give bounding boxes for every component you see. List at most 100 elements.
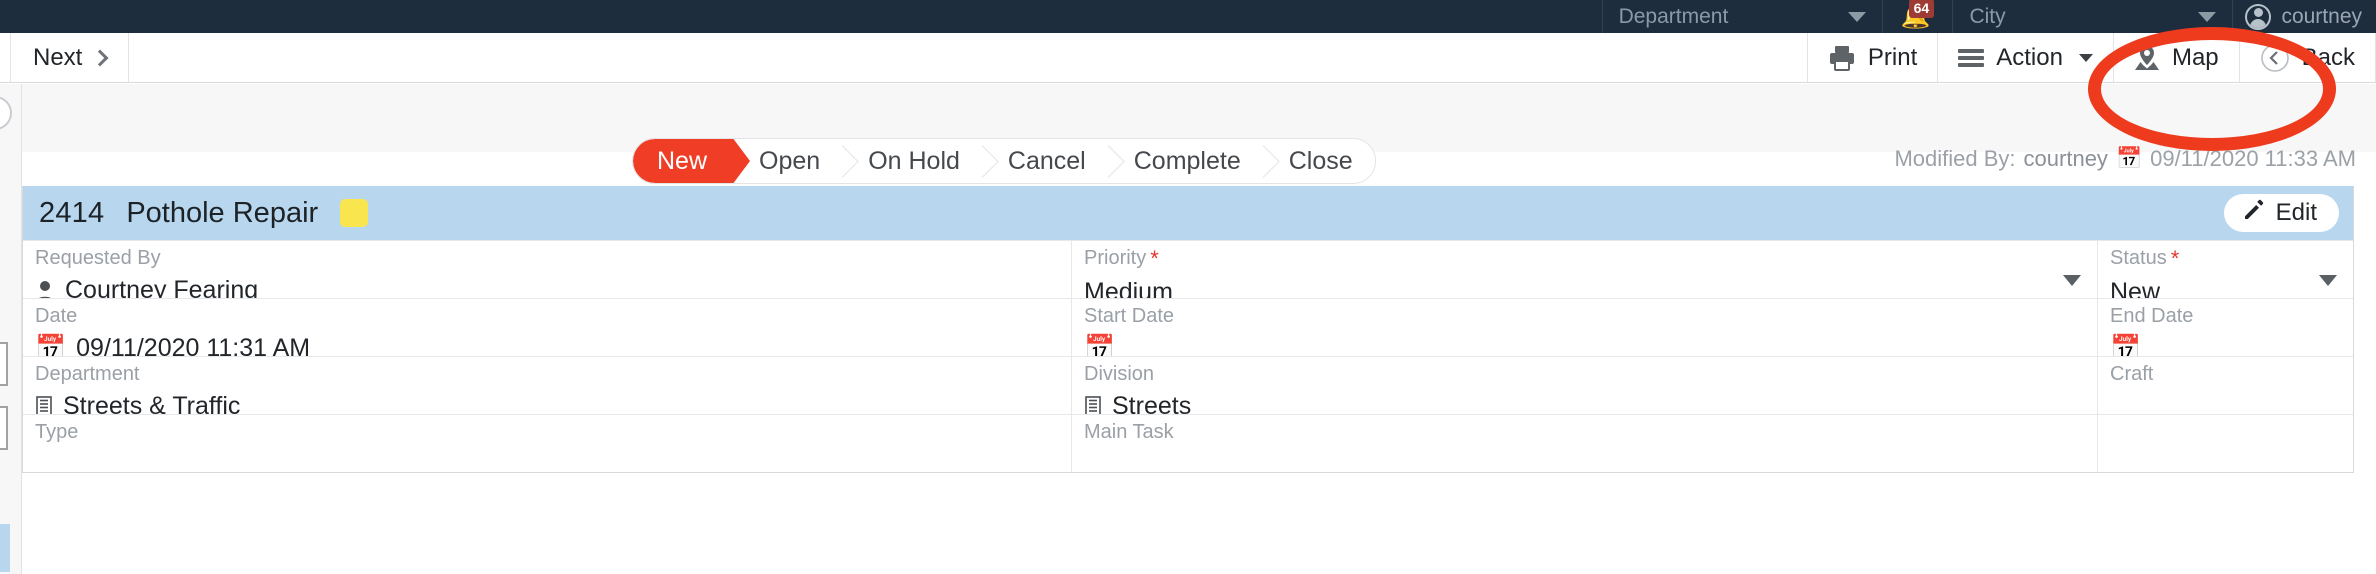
print-button-label: Print: [1867, 43, 1918, 71]
map-pin-icon: [2134, 45, 2160, 71]
field-label: Status: [2110, 247, 2167, 269]
map-button[interactable]: Map: [2112, 33, 2239, 82]
print-button[interactable]: Print: [1806, 33, 1937, 82]
back-button[interactable]: Back: [2238, 33, 2376, 82]
field-label-wrap: Status *: [2110, 248, 2353, 270]
workflow-step-on-hold[interactable]: On Hold: [842, 139, 982, 183]
field-value-wrap: Streets: [1084, 392, 2097, 414]
field-type[interactable]: Type: [23, 415, 1071, 472]
field-label-wrap: Priority *: [1084, 248, 2097, 270]
chevron-right-icon: [91, 49, 109, 66]
field-label: Main Task: [1084, 421, 1174, 443]
next-button[interactable]: Next: [10, 33, 130, 82]
caret-down-icon: [2078, 53, 2093, 62]
workflow-step-label: Cancel: [1007, 146, 1086, 175]
building-icon: [1084, 395, 1102, 414]
field-craft[interactable]: Craft: [2097, 357, 2353, 414]
workflow-status-pills: New Open On Hold Cancel Complete Close: [632, 138, 1376, 184]
form-row: Date 📅 09/11/2020 11:31 AM Start Date 📅 …: [23, 298, 2353, 356]
calendar-icon[interactable]: 📅: [1084, 334, 1115, 356]
city-filter-label: City: [1969, 4, 2006, 28]
top-navbar: Department 🔔 64 City courtney: [0, 0, 2376, 33]
workflow-step-label: New: [657, 146, 708, 175]
field-date[interactable]: Date 📅 09/11/2020 11:31 AM: [23, 299, 1071, 356]
field-end-date[interactable]: End Date 📅: [2097, 299, 2353, 356]
pencil-icon: [2242, 198, 2266, 229]
action-menu-button[interactable]: Action: [1937, 33, 2113, 82]
partial-panel-box: [0, 406, 8, 450]
workflow-step-new[interactable]: New: [633, 139, 751, 183]
field-label: Priority: [1084, 247, 1147, 269]
workflow-step-cancel[interactable]: Cancel: [981, 139, 1108, 183]
modified-by-info: Modified By: courtney 📅 09/11/2020 11:33…: [1894, 146, 2356, 172]
edit-button-label: Edit: [2275, 199, 2317, 226]
field-value: Streets: [1112, 392, 1192, 414]
required-asterisk: *: [1150, 246, 1159, 271]
calendar-icon: 📅: [2115, 147, 2143, 170]
calendar-icon[interactable]: 📅: [2110, 334, 2141, 356]
user-menu[interactable]: courtney: [2232, 0, 2376, 33]
modified-timestamp: 09/11/2020 11:33 AM: [2150, 146, 2356, 171]
required-asterisk: *: [2170, 246, 2180, 271]
field-value: 09/11/2020 11:31 AM: [76, 334, 311, 356]
partial-circle-icon: [0, 96, 12, 130]
department-filter-dropdown[interactable]: Department: [1601, 0, 1882, 33]
form-row: Requested By Courtney Fearing Priority *…: [23, 240, 2353, 298]
field-value: Streets & Traffic: [63, 392, 241, 414]
city-filter-dropdown[interactable]: City: [1952, 0, 2232, 33]
chevron-down-icon: [2198, 11, 2217, 22]
field-label: Type: [35, 421, 79, 443]
field-value-wrap: Medium: [1084, 278, 2097, 298]
field-value: New: [2110, 278, 2161, 298]
field-department[interactable]: Department Streets & Traffic: [23, 357, 1071, 414]
building-icon: [35, 395, 53, 414]
field-start-date[interactable]: Start Date 📅: [1071, 299, 2097, 356]
field-value-wrap: Courtney Fearing: [35, 276, 1071, 298]
action-menu-label: Action: [1996, 43, 2063, 71]
navbar-spacer: [0, 0, 1602, 33]
chevron-down-icon: [1847, 11, 1866, 22]
field-label: Requested By: [35, 247, 161, 269]
work-order-header: 2414 Pothole Repair Edit: [23, 186, 2353, 240]
notifications-button[interactable]: 🔔 64: [1881, 0, 1953, 33]
field-value: Courtney Fearing: [65, 276, 259, 298]
work-order-card: 2414 Pothole Repair Edit Requested By Co…: [22, 186, 2354, 473]
modified-by-user: courtney: [2023, 146, 2108, 171]
department-filter-label: Department: [1618, 4, 1729, 28]
left-edge-strip: [0, 84, 22, 574]
edit-button[interactable]: Edit: [2223, 194, 2339, 232]
field-requested-by[interactable]: Requested By Courtney Fearing: [23, 241, 1071, 298]
field-label: End Date: [2110, 305, 2194, 327]
field-status[interactable]: Status * New: [2097, 241, 2353, 298]
back-arrow-circle-icon: [2260, 43, 2290, 73]
chevron-down-icon[interactable]: [2319, 275, 2337, 286]
workflow-step-label: Complete: [1133, 146, 1241, 175]
field-value-wrap: New: [2110, 278, 2353, 298]
workflow-step-complete[interactable]: Complete: [1107, 139, 1263, 183]
partial-highlight-box: [0, 524, 10, 572]
field-label: Division: [1084, 363, 1155, 385]
field-label: Start Date: [1084, 305, 1175, 327]
field-priority[interactable]: Priority * Medium: [1071, 241, 2097, 298]
chevron-down-icon[interactable]: [2063, 275, 2081, 286]
workflow-step-label: Close: [1288, 146, 1353, 175]
field-value-wrap: 📅: [1084, 334, 2097, 356]
field-label: Craft: [2110, 363, 2154, 385]
user-name-label: courtney: [2281, 4, 2362, 28]
field-main-task[interactable]: Main Task: [1071, 415, 2097, 472]
hamburger-icon: [1958, 48, 1985, 68]
back-button-label: Back: [2301, 43, 2355, 71]
person-icon: [35, 280, 55, 298]
form-row: Department Streets & Traffic Division St…: [23, 356, 2353, 414]
work-order-title: Pothole Repair: [126, 196, 319, 229]
next-button-label: Next: [33, 43, 83, 71]
calendar-icon: 📅: [35, 334, 67, 356]
workflow-step-label: Open: [759, 146, 821, 175]
field-label: Date: [35, 305, 78, 327]
record-toolbar: Next Print Action Map Back: [0, 33, 2376, 83]
workflow-step-label: On Hold: [868, 146, 960, 175]
field-label: Department: [35, 363, 140, 385]
field-division[interactable]: Division Streets: [1071, 357, 2097, 414]
field-spare: [2097, 415, 2353, 472]
